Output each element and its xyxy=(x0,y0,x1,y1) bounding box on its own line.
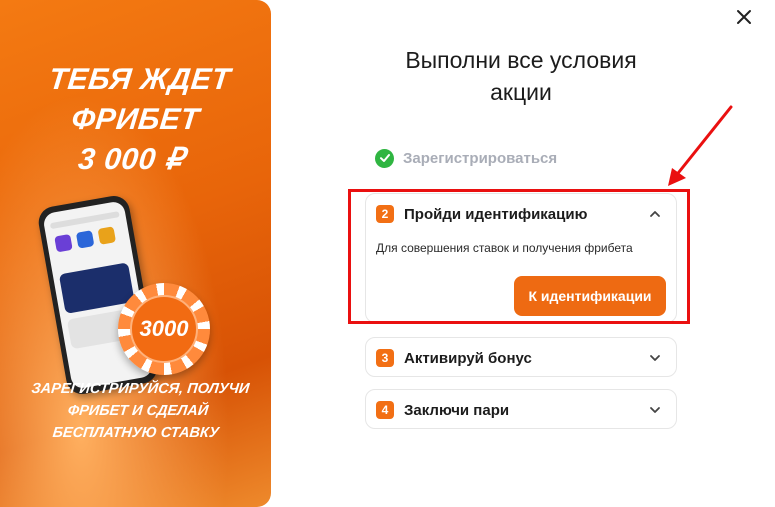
step-activate-bonus-card[interactable]: 3 Активируй бонус xyxy=(365,337,677,377)
banner-subtitle-line: БЕСПЛАТНУЮ СТАВКУ xyxy=(51,425,220,441)
banner-title-line: ФРИБЕТ xyxy=(70,103,202,136)
step-place-bet-title: Заключи пари xyxy=(404,401,510,419)
step-place-bet-header[interactable]: 4 Заключи пари xyxy=(376,390,666,430)
banner-title-line: ТЕБЯ ЖДЕТ xyxy=(47,63,233,96)
promo-banner: ТЕБЯ ЖДЕТ ФРИБЕТ 3 000 ₽ 3000 ЗАРЕГИСТРИ… xyxy=(0,0,271,507)
banner-title-line: 3 000 ₽ xyxy=(76,143,187,176)
close-button[interactable] xyxy=(733,6,755,28)
chip-value: 3000 xyxy=(130,295,198,363)
chevron-down-icon xyxy=(650,407,660,413)
step-activate-bonus-header[interactable]: 3 Активируй бонус xyxy=(376,338,666,378)
banner-subtitle-line: ФРИБЕТ И СДЕЛАЙ xyxy=(66,403,210,419)
step-register-done: Зарегистрироваться xyxy=(375,147,557,169)
check-circle-icon xyxy=(375,148,394,168)
step-number-badge: 3 xyxy=(376,349,394,367)
page-title-line: акции xyxy=(490,79,552,105)
step-number-badge: 4 xyxy=(376,401,394,419)
freebet-chip-image: 3000 xyxy=(118,283,210,375)
annotation-highlight-box xyxy=(348,189,690,324)
page-title: Выполни все условия акции xyxy=(365,44,677,108)
banner-subtitle: ЗАРЕГИСТРИРУЙСЯ, ПОЛУЧИ ФРИБЕТ И СДЕЛАЙ … xyxy=(15,378,262,444)
close-icon xyxy=(737,10,751,24)
step-activate-bonus-title: Активируй бонус xyxy=(404,349,532,367)
banner-subtitle-line: ЗАРЕГИСТРИРУЙСЯ, ПОЛУЧИ xyxy=(30,381,251,397)
step-place-bet-card[interactable]: 4 Заключи пари xyxy=(365,389,677,429)
chevron-down-icon xyxy=(650,355,660,361)
page-title-line: Выполни все условия xyxy=(405,47,637,73)
banner-title: ТЕБЯ ЖДЕТ ФРИБЕТ 3 000 ₽ xyxy=(0,60,271,180)
step-register-label: Зарегистрироваться xyxy=(403,149,558,167)
